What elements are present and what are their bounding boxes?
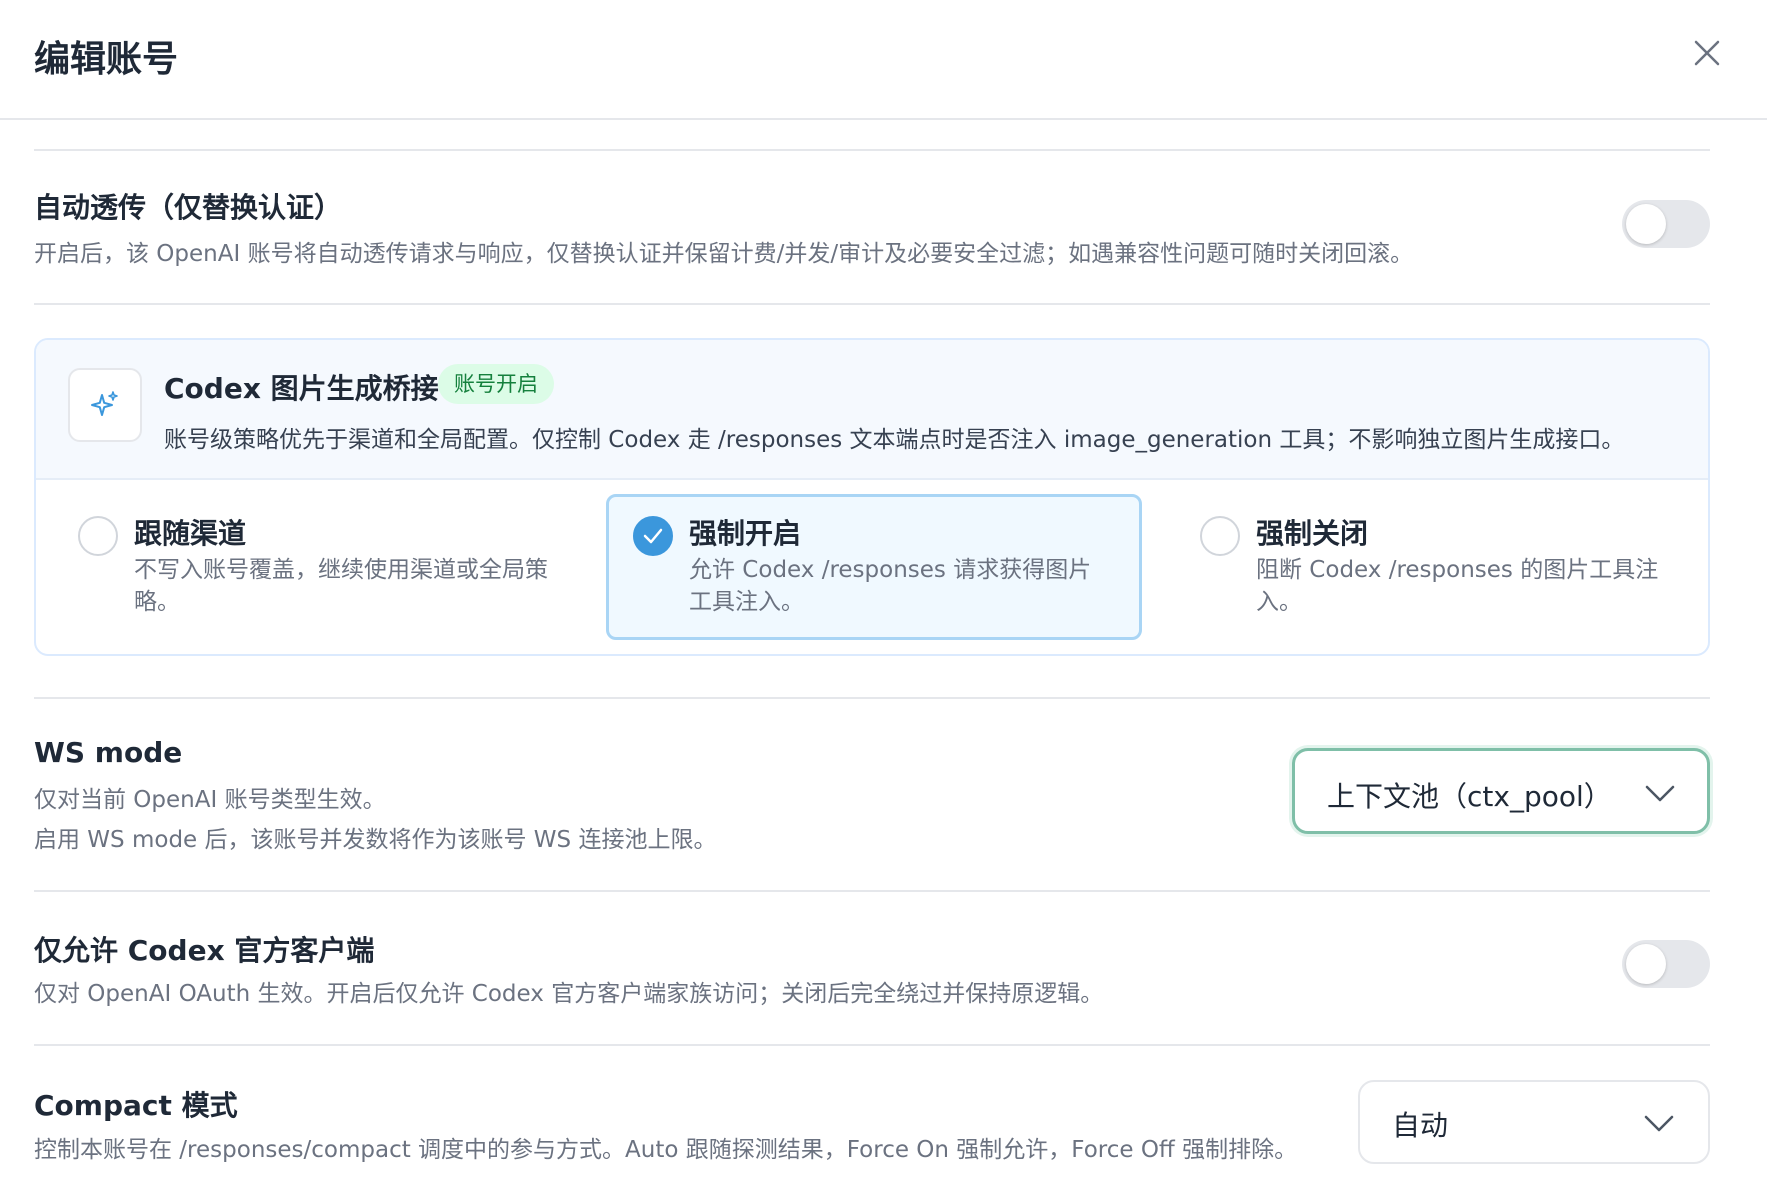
option-desc: 不写入账号覆盖，继续使用渠道或全局策略。: [134, 557, 548, 615]
card-title: Codex 图片生成桥接: [164, 372, 439, 405]
option-desc: 允许 Codex /responses 请求获得图片工具注入。: [689, 557, 1092, 615]
passthrough-desc: 开启后，该 OpenAI 账号将自动透传请求与响应，仅替换认证并保留计费/并发/…: [34, 241, 1414, 267]
ws-mode-desc: 仅对当前 OpenAI 账号类型生效。: [34, 787, 386, 813]
divider: [34, 1044, 1710, 1046]
ws-mode-desc-2: 启用 WS mode 后，该账号并发数将作为该账号 WS 连接池上限。: [34, 827, 717, 853]
radio-icon: [1200, 516, 1240, 556]
card-desc: 账号级策略优先于渠道和全局配置。仅控制 Codex 走 /responses 文…: [164, 427, 1625, 453]
divider: [34, 697, 1710, 699]
passthrough-toggle[interactable]: [1622, 200, 1710, 248]
option-title: 跟随渠道: [134, 517, 247, 550]
divider: [34, 303, 1710, 305]
modal-header: 编辑账号: [0, 0, 1767, 120]
sparkles-icon: [68, 368, 142, 442]
passthrough-title: 自动透传（仅替换认证）: [34, 191, 343, 224]
option-force-off[interactable]: 强制关闭 阻断 Codex /responses 的图片工具注入。: [1158, 494, 1694, 640]
codex-image-bridge-card: Codex 图片生成桥接 账号开启 账号级策略优先于渠道和全局配置。仅控制 Co…: [34, 338, 1710, 656]
option-follow-channel[interactable]: 跟随渠道 不写入账号覆盖，继续使用渠道或全局策略。: [36, 494, 572, 640]
ws-mode-select[interactable]: 上下文池（ctx_pool）: [1292, 748, 1710, 834]
option-title: 强制关闭: [1256, 517, 1369, 550]
select-value: 自动: [1392, 1109, 1449, 1142]
edit-account-modal: 编辑账号 自动透传（仅替换认证） 开启后，该 OpenAI 账号将自动透传请求与…: [0, 0, 1767, 1187]
codex-client-toggle[interactable]: [1622, 940, 1710, 988]
radio-icon: [78, 516, 118, 556]
divider: [34, 149, 1710, 151]
divider: [34, 890, 1710, 892]
radio-checked-icon: [633, 516, 673, 556]
codex-client-title: 仅允许 Codex 官方客户端: [34, 934, 375, 967]
toggle-knob: [1626, 204, 1666, 244]
chevron-down-icon: [1644, 1115, 1674, 1132]
ws-mode-title: WS mode: [34, 736, 183, 769]
codex-client-desc: 仅对 OpenAI OAuth 生效。开启后仅允许 Codex 官方客户端家族访…: [34, 981, 1104, 1007]
chevron-down-icon: [1645, 785, 1675, 802]
compact-desc: 控制本账号在 /responses/compact 调度中的参与方式。Auto …: [34, 1137, 1298, 1163]
select-value: 上下文池（ctx_pool）: [1327, 780, 1612, 813]
status-badge: 账号开启: [438, 364, 554, 404]
modal-title: 编辑账号: [34, 39, 179, 80]
compact-mode-select[interactable]: 自动: [1358, 1080, 1710, 1164]
close-button[interactable]: [1686, 32, 1728, 74]
close-icon: [1694, 40, 1720, 66]
compact-title: Compact 模式: [34, 1089, 238, 1122]
option-force-on[interactable]: 强制开启 允许 Codex /responses 请求获得图片工具注入。: [606, 494, 1142, 640]
option-title: 强制开启: [689, 517, 802, 550]
card-header: Codex 图片生成桥接 账号开启 账号级策略优先于渠道和全局配置。仅控制 Co…: [36, 340, 1708, 480]
option-desc: 阻断 Codex /responses 的图片工具注入。: [1256, 557, 1659, 615]
toggle-knob: [1626, 944, 1666, 984]
